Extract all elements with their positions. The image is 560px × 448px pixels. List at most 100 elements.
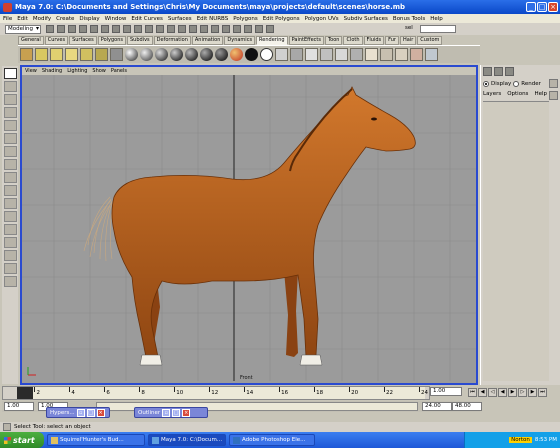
- vp-menu-view[interactable]: View: [25, 68, 37, 74]
- maximize-icon[interactable]: □: [86, 408, 95, 417]
- layout-four-pane-icon[interactable]: [3, 211, 17, 222]
- menu-set-dropdown[interactable]: Modeling: [5, 24, 41, 34]
- tab-surfaces[interactable]: Surfaces: [69, 36, 97, 45]
- step-forward-frame-icon[interactable]: ▷: [518, 388, 527, 397]
- snap-grid-icon[interactable]: [189, 25, 197, 33]
- vp-menu-panels[interactable]: Panels: [111, 68, 127, 74]
- vp-menu-lighting[interactable]: Lighting: [67, 68, 87, 74]
- render-current-icon[interactable]: [244, 25, 252, 33]
- new-scene-icon[interactable]: [46, 25, 54, 33]
- new-layer-selected-icon[interactable]: [549, 91, 558, 100]
- layout-single-pane-icon[interactable]: [3, 198, 17, 209]
- point-light-icon[interactable]: [65, 48, 78, 61]
- animation-end-field[interactable]: 48.00: [452, 402, 482, 411]
- phong-e-icon[interactable]: [170, 48, 183, 61]
- minimized-hypershade-window[interactable]: Hypers... ▫ □ ×: [46, 407, 110, 418]
- layout-two-pane-icon[interactable]: [3, 263, 17, 274]
- new-layer-icon[interactable]: [549, 79, 558, 88]
- play-backwards-icon[interactable]: ◀: [498, 388, 507, 397]
- time-slider[interactable]: 2 4 6 8 10 12 14 16 18 20 22 24: [2, 386, 430, 400]
- batch-render-icon[interactable]: [350, 48, 363, 61]
- menu-edit-nurbs[interactable]: Edit NURBS: [197, 16, 229, 22]
- last-tool-icon[interactable]: [3, 185, 17, 196]
- menu-file[interactable]: File: [3, 16, 12, 22]
- step-back-frame-icon[interactable]: ◁: [488, 388, 497, 397]
- layer-menu-help[interactable]: Help: [534, 91, 547, 97]
- minimize-button[interactable]: _: [526, 2, 536, 12]
- select-object-icon[interactable]: [90, 25, 98, 33]
- menu-surfaces[interactable]: Surfaces: [168, 16, 192, 22]
- maximize-button[interactable]: □: [537, 2, 547, 12]
- shader-library-icon[interactable]: [425, 48, 438, 61]
- tab-animation[interactable]: Animation: [191, 36, 224, 45]
- open-scene-icon[interactable]: [57, 25, 65, 33]
- menu-modify[interactable]: Modify: [33, 16, 51, 22]
- select-component-icon[interactable]: [101, 25, 109, 33]
- snap-curve-icon[interactable]: [200, 25, 208, 33]
- select-tool-icon[interactable]: [3, 68, 17, 79]
- selection-field[interactable]: [420, 25, 456, 33]
- layered-shader-icon[interactable]: [200, 48, 213, 61]
- step-forward-key-icon[interactable]: ▶: [528, 388, 537, 397]
- attribute-editor-toggle-icon[interactable]: [494, 67, 503, 76]
- texture-placement-icon[interactable]: [290, 48, 303, 61]
- animation-start-field[interactable]: 1.00: [4, 402, 34, 411]
- time-slider-track[interactable]: [17, 387, 425, 399]
- layout-outliner-icon[interactable]: [3, 276, 17, 287]
- use-background-icon[interactable]: [245, 48, 258, 61]
- phong-icon[interactable]: [155, 48, 168, 61]
- menu-window[interactable]: Window: [105, 16, 127, 22]
- tab-toon[interactable]: Toon: [324, 36, 343, 45]
- directional-light-icon[interactable]: [50, 48, 63, 61]
- restore-icon[interactable]: ▫: [162, 408, 171, 417]
- show-manipulator-icon[interactable]: [3, 172, 17, 183]
- restore-icon[interactable]: ▫: [76, 408, 85, 417]
- taskbar-item-squirrel[interactable]: Squirrel'Hunter's Bud...: [47, 434, 145, 446]
- anisotropic-icon[interactable]: [185, 48, 198, 61]
- mask-surfaces-icon[interactable]: [145, 25, 153, 33]
- tab-deformation[interactable]: Deformation: [153, 36, 191, 45]
- tab-hair[interactable]: Hair: [399, 36, 417, 45]
- tab-general[interactable]: General: [18, 36, 44, 45]
- layer-menu-layers[interactable]: Layers: [483, 91, 501, 97]
- layer-menu-options[interactable]: Options: [507, 91, 528, 97]
- paint-select-tool-icon[interactable]: [3, 94, 17, 105]
- tab-curves[interactable]: Curves: [44, 36, 69, 45]
- menu-create[interactable]: Create: [56, 16, 74, 22]
- display-layer-radio[interactable]: [483, 81, 489, 87]
- ipr-icon[interactable]: [365, 48, 378, 61]
- tab-subdivs[interactable]: Subdivs: [127, 36, 153, 45]
- taskbar-item-photoshop[interactable]: Adobe Photoshop Ele...: [229, 434, 315, 446]
- front-viewport[interactable]: View Shading Lighting Show Panels Front: [20, 65, 478, 385]
- render-region-icon[interactable]: [380, 48, 393, 61]
- taskbar-item-maya[interactable]: Maya 7.0: C:\Docum...: [148, 434, 226, 446]
- menu-polygon-uvs[interactable]: Polygon UVs: [305, 16, 339, 22]
- area-light-icon[interactable]: [95, 48, 108, 61]
- playback-end-field[interactable]: 24.00: [422, 402, 452, 411]
- menu-bonus-tools[interactable]: Bonus Tools: [393, 16, 425, 22]
- go-to-start-icon[interactable]: ⏮: [468, 388, 477, 397]
- render-view-icon[interactable]: [320, 48, 333, 61]
- layout-persp-outliner-icon[interactable]: [3, 224, 17, 235]
- snap-plane-icon[interactable]: [222, 25, 230, 33]
- rotate-tool-icon[interactable]: [3, 120, 17, 131]
- menu-edit[interactable]: Edit: [17, 16, 28, 22]
- current-time-field[interactable]: 1.00: [430, 387, 462, 396]
- vp-menu-show[interactable]: Show: [92, 68, 106, 74]
- render-globals-icon[interactable]: [266, 25, 274, 33]
- menu-polygons[interactable]: Polygons: [233, 16, 257, 22]
- close-icon[interactable]: ×: [182, 408, 191, 417]
- close-button[interactable]: ×: [548, 2, 558, 12]
- layout-persp-graph-icon[interactable]: [3, 237, 17, 248]
- mask-deformers-icon[interactable]: [156, 25, 164, 33]
- layer-list[interactable]: [483, 101, 549, 381]
- channel-box-toggle-icon[interactable]: [483, 67, 492, 76]
- surface-shader-icon[interactable]: [215, 48, 228, 61]
- start-button[interactable]: start: [0, 432, 44, 448]
- maximize-icon[interactable]: □: [172, 408, 181, 417]
- tab-custom[interactable]: Custom: [417, 36, 443, 45]
- tab-polygons[interactable]: Polygons: [97, 36, 126, 45]
- menu-help[interactable]: Help: [430, 16, 443, 22]
- tab-dynamics[interactable]: Dynamics: [224, 36, 256, 45]
- soft-mod-icon[interactable]: [3, 159, 17, 170]
